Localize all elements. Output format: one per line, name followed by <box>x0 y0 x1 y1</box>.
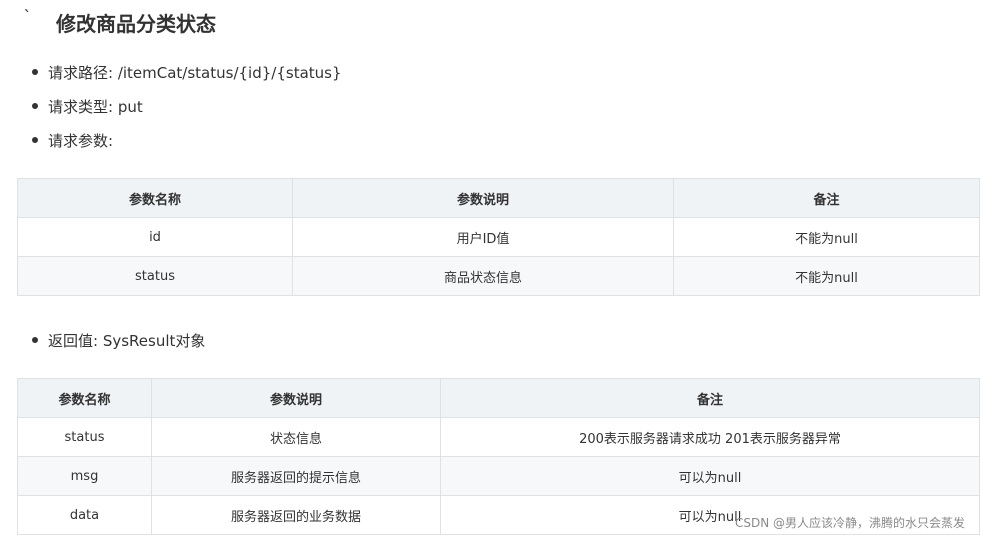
table-cell: 状态信息 <box>151 417 441 457</box>
table-cell: 商品状态信息 <box>292 256 674 296</box>
heading-anchor-mark[interactable]: ` <box>24 9 56 25</box>
list-item: 请求类型: put <box>32 89 342 123</box>
table-cell: status <box>17 256 293 296</box>
table-row: msg 服务器返回的提示信息 可以为null <box>17 456 980 496</box>
table-cell: data <box>17 495 152 535</box>
request-type: 请求类型: put <box>48 97 143 116</box>
list-item: 请求路径: /itemCat/status/{id}/{status} <box>32 55 342 89</box>
table-cell: status <box>17 417 152 457</box>
response-info-list: 返回值: SysResult对象 <box>32 323 205 357</box>
column-header: 备注 <box>673 178 980 218</box>
table-row: id 用户ID值 不能为null <box>17 217 980 257</box>
list-item: 返回值: SysResult对象 <box>32 323 205 357</box>
table-row: status 状态信息 200表示服务器请求成功 201表示服务器异常 <box>17 417 980 457</box>
table-cell: 不能为null <box>673 217 980 257</box>
bullet-icon <box>32 69 38 75</box>
table-row: status 商品状态信息 不能为null <box>17 256 980 296</box>
list-item: 请求参数: <box>32 123 342 157</box>
table-cell: id <box>17 217 293 257</box>
column-header: 参数说明 <box>151 378 441 418</box>
request-info-list: 请求路径: /itemCat/status/{id}/{status} 请求类型… <box>32 55 342 157</box>
table-cell: 服务器返回的提示信息 <box>151 456 441 496</box>
bullet-icon <box>32 103 38 109</box>
bullet-icon <box>32 337 38 343</box>
section-heading: ` 修改商品分类状态 <box>24 8 216 36</box>
request-params-label: 请求参数: <box>48 131 114 150</box>
column-header: 参数名称 <box>17 178 293 218</box>
table-cell: 可以为null <box>440 456 980 496</box>
table-cell: 用户ID值 <box>292 217 674 257</box>
bullet-icon <box>32 137 38 143</box>
response-type: 返回值: SysResult对象 <box>48 331 206 350</box>
table-cell: 200表示服务器请求成功 201表示服务器异常 <box>440 417 980 457</box>
csdn-watermark: CSDN @男人应该冷静，沸腾的水只会蒸发 <box>734 516 965 530</box>
page-title: 修改商品分类状态 <box>56 11 216 36</box>
column-header: 参数名称 <box>17 378 152 418</box>
table-cell: 服务器返回的业务数据 <box>151 495 441 535</box>
table-header-row: 参数名称 参数说明 备注 <box>17 378 980 418</box>
request-params-table: 参数名称 参数说明 备注 id 用户ID值 不能为null status 商品状… <box>17 178 980 296</box>
column-header: 备注 <box>440 378 980 418</box>
result-table: 参数名称 参数说明 备注 status 状态信息 200表示服务器请求成功 20… <box>17 378 980 535</box>
table-cell: 不能为null <box>673 256 980 296</box>
request-path: 请求路径: /itemCat/status/{id}/{status} <box>48 63 342 82</box>
table-header-row: 参数名称 参数说明 备注 <box>17 178 980 218</box>
table-cell: msg <box>17 456 152 496</box>
column-header: 参数说明 <box>292 178 674 218</box>
